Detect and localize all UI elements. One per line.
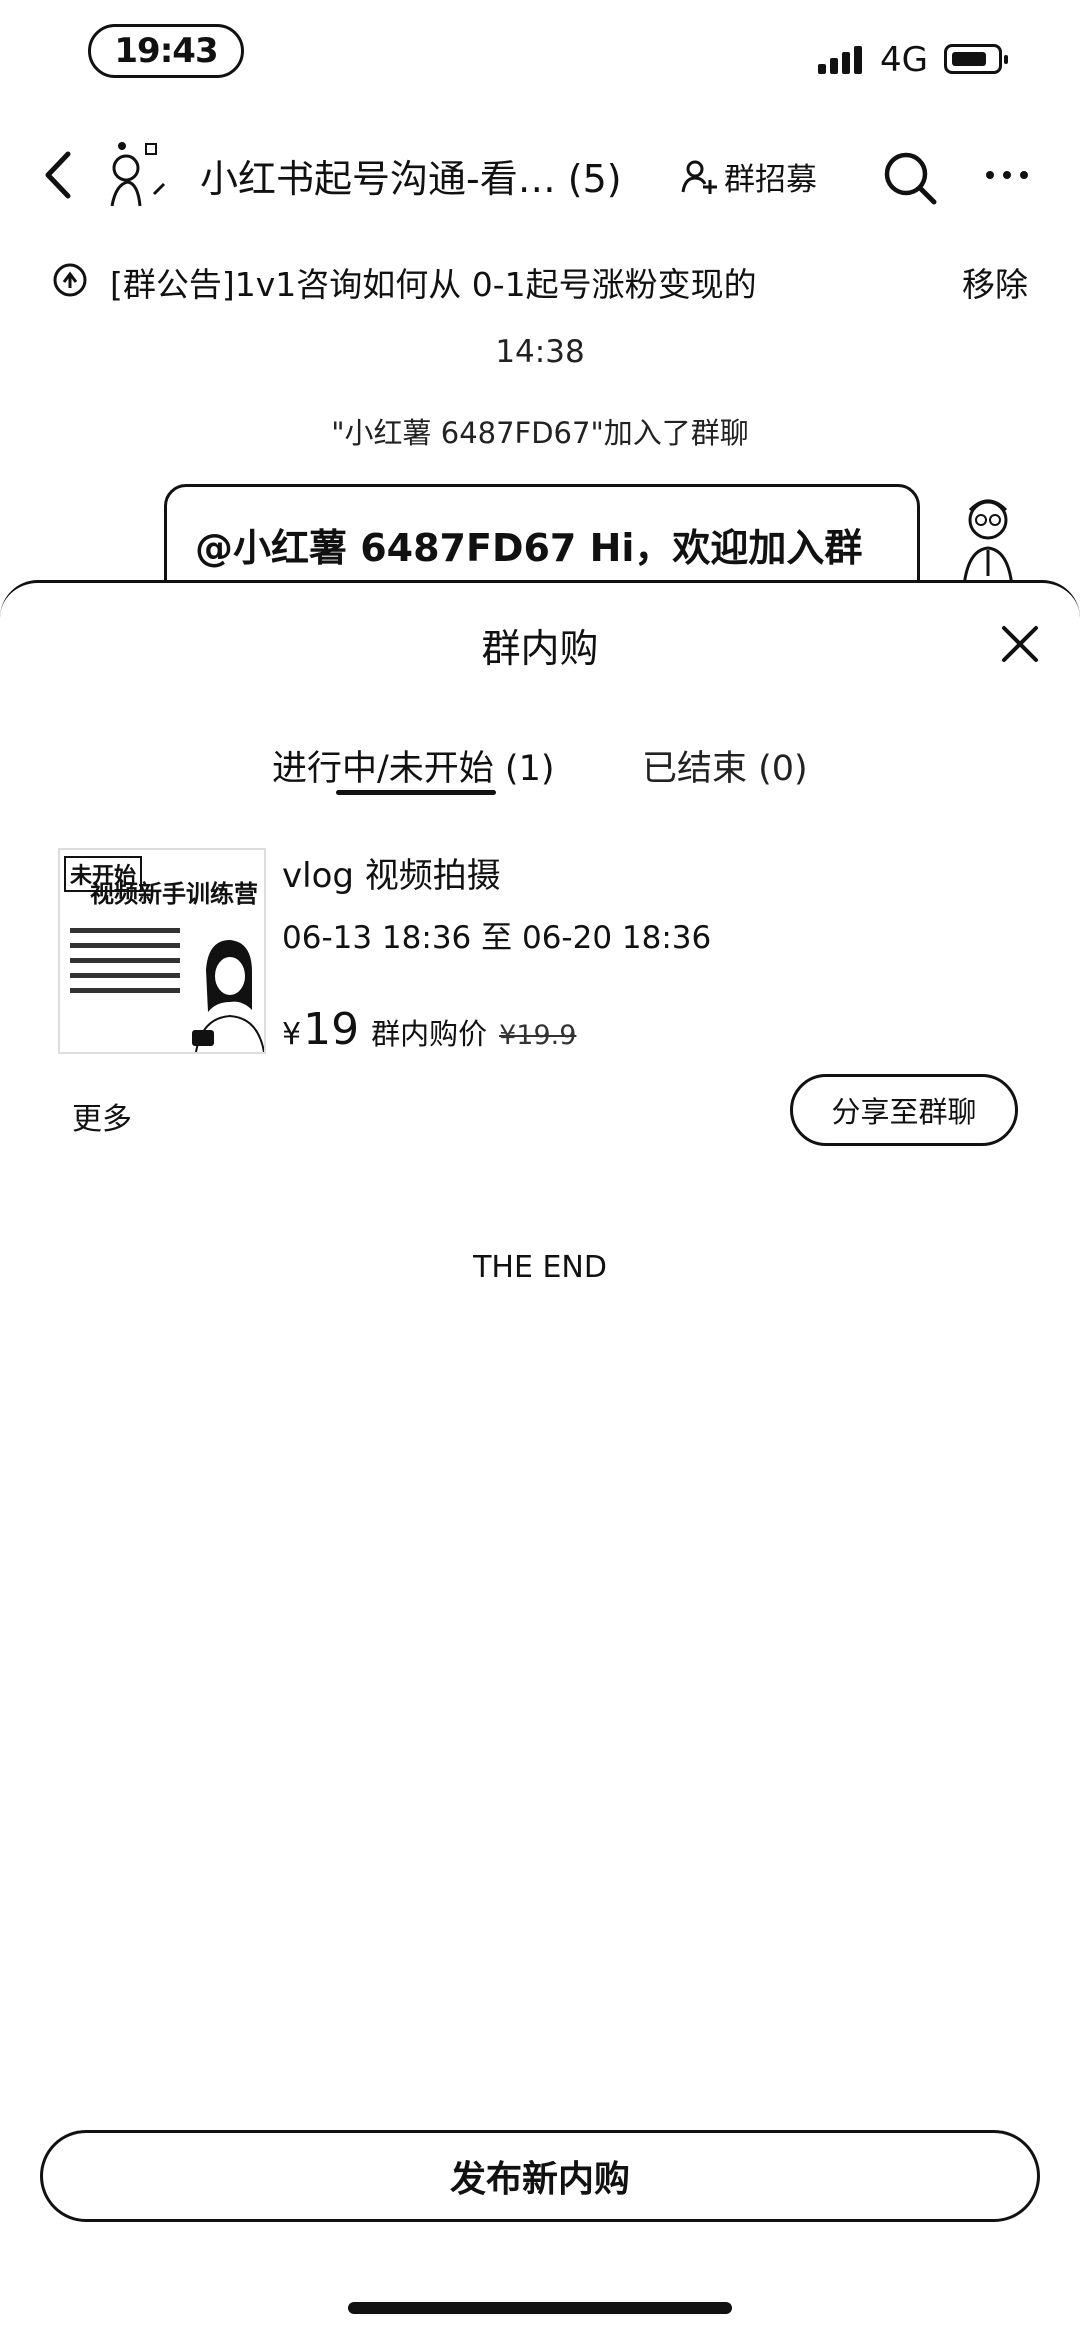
- group-avatar[interactable]: [98, 136, 178, 216]
- network-type: 4G: [880, 40, 928, 80]
- original-price: ¥19.9: [499, 1020, 577, 1051]
- active-tab-indicator: [336, 790, 496, 795]
- share-to-group-button[interactable]: 分享至群聊: [790, 1074, 1018, 1146]
- thumbnail-title: 视频新手训练营: [90, 880, 258, 908]
- home-indicator[interactable]: [348, 2302, 732, 2314]
- back-arrow-icon[interactable]: [38, 148, 82, 202]
- chat-timestamp: 14:38: [495, 334, 585, 370]
- close-icon[interactable]: [998, 622, 1042, 666]
- product-title[interactable]: vlog 视频拍摄: [282, 848, 501, 897]
- notice-text: [群公告]1v1咨询如何从 0-1起号涨粉变现的: [110, 265, 757, 304]
- signal-icon: [818, 44, 866, 74]
- price-value: 19: [303, 1004, 360, 1055]
- chat-title[interactable]: 小红书起号沟通-看… (5): [200, 148, 622, 203]
- notice-remove-button[interactable]: 移除: [962, 258, 1028, 306]
- group-recruit-label: 群招募: [724, 162, 817, 198]
- price-row: ¥ 19 群内购价 ¥19.9: [282, 1004, 576, 1055]
- thumbnail-detail-lines: [70, 918, 180, 1036]
- group-purchase-sheet: [0, 580, 1080, 2339]
- group-notice[interactable]: [群公告]1v1咨询如何从 0-1起号涨粉变现的 移除: [48, 258, 1038, 304]
- more-options-icon[interactable]: [984, 162, 1030, 188]
- publish-new-purchase-button[interactable]: 发布新内购: [40, 2130, 1040, 2222]
- end-of-list-text: THE END: [473, 1250, 607, 1285]
- search-icon[interactable]: [882, 150, 938, 206]
- thumbnail-person-illustration: [192, 940, 264, 1052]
- product-dates: 06-13 18:36 至 06-20 18:36: [282, 920, 712, 956]
- group-recruit-button[interactable]: 群招募: [680, 154, 817, 199]
- tab-ongoing[interactable]: 进行中/未开始 (1): [272, 740, 555, 791]
- price-currency: ¥: [282, 1017, 302, 1052]
- sender-avatar[interactable]: [954, 486, 1022, 586]
- more-button[interactable]: 更多: [72, 1094, 132, 1138]
- add-person-icon: [681, 160, 717, 194]
- product-thumbnail[interactable]: 未开始 视频新手训练营: [58, 848, 266, 1054]
- tab-ended[interactable]: 已结束 (0): [642, 740, 808, 791]
- battery-icon: [944, 44, 1008, 74]
- announcement-icon: [53, 263, 87, 297]
- sheet-title: 群内购: [481, 627, 599, 672]
- price-label: 群内购价: [371, 1017, 488, 1051]
- status-time: 19:43: [88, 24, 244, 78]
- system-join-message: "小红薯 6487FD67"加入了群聊: [331, 416, 749, 450]
